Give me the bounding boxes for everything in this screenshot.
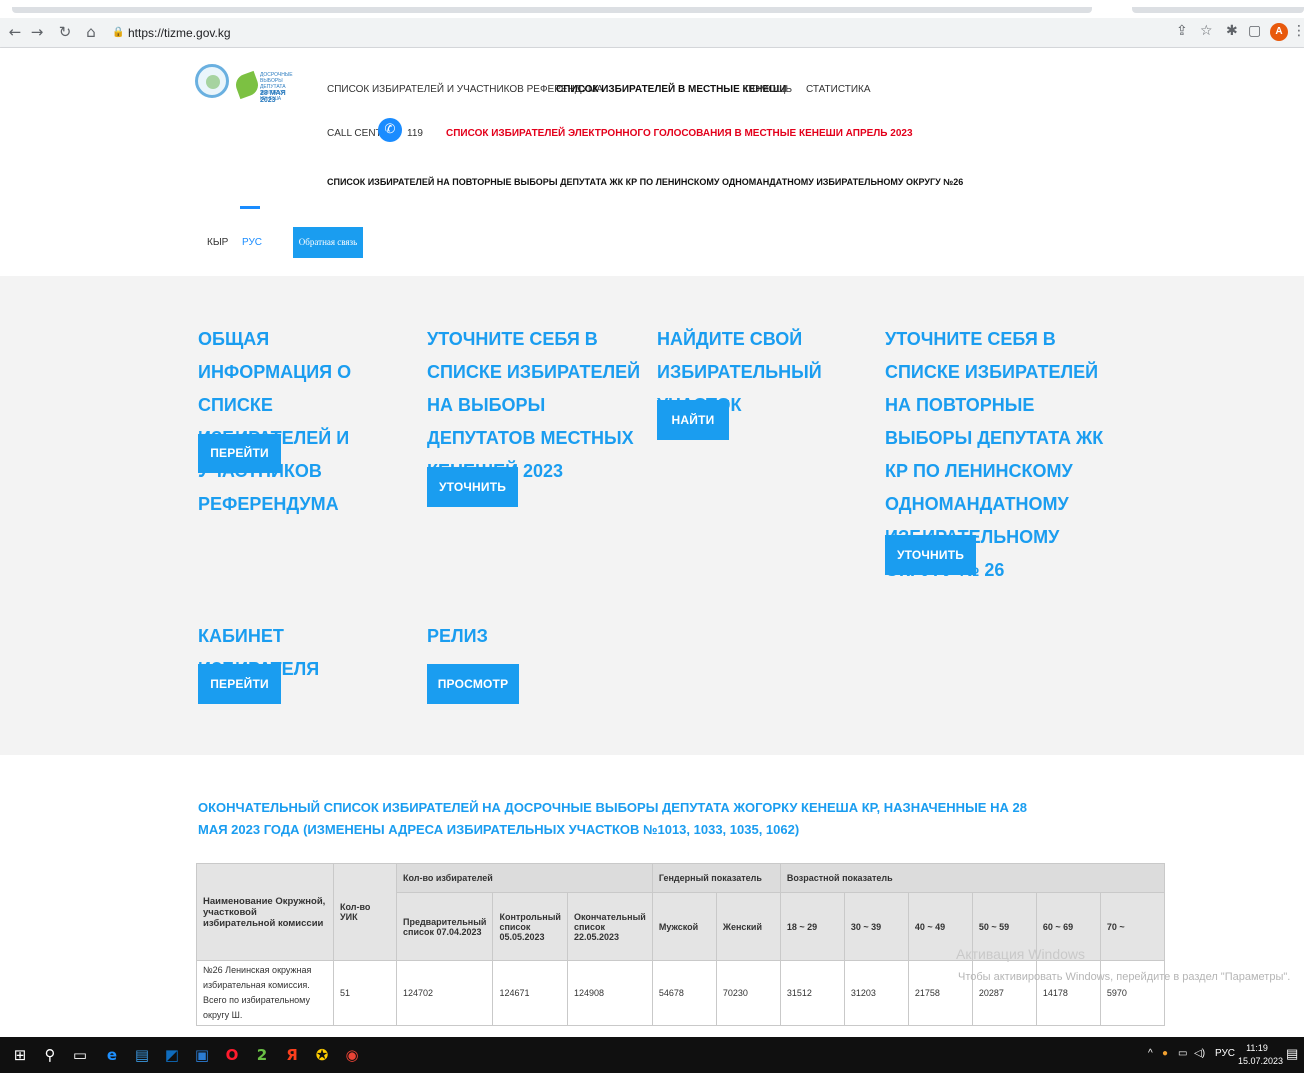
star-icon[interactable]: ☆ — [1200, 23, 1213, 39]
task-view-icon[interactable]: ▭ — [70, 1045, 90, 1065]
2gis-icon[interactable]: 2 — [252, 1045, 272, 1065]
cell-commission: №26 Ленинская окружная избирательная ком… — [196, 960, 334, 1026]
outlook-icon[interactable]: ◩ — [162, 1045, 182, 1065]
lang-kyr[interactable]: КЫР — [207, 237, 228, 248]
col-header-commission: Наименование Окружной, участковой избира… — [196, 863, 334, 961]
check-button-local-keneshes[interactable]: УТОЧНИТЬ — [427, 467, 518, 507]
col-header-age-18-29: 18 ~ 29 — [779, 892, 845, 961]
card-title-general-info: ОБЩАЯ ИНФОРМАЦИЯ О СПИСКЕ ИЗБИРАТЕЛЕЙ И … — [198, 329, 352, 514]
final-list-title: ОКОНЧАТЕЛЬНЫЙ СПИСОК ИЗБИРАТЕЛЕЙ НА ДОСР… — [198, 800, 1027, 837]
language-indicator[interactable]: РУС — [1215, 1048, 1235, 1059]
cell-uik: 51 — [333, 960, 397, 1026]
notifications-icon[interactable]: ▤ — [1286, 1046, 1298, 1062]
cec-emblem-logo[interactable] — [195, 64, 229, 98]
windows-activation-title: Активация Windows — [956, 946, 1086, 962]
volume-icon[interactable]: ◁) — [1194, 1048, 1205, 1059]
phone-icon[interactable]: ✆ — [378, 118, 402, 142]
browser-tab[interactable] — [1132, 7, 1304, 13]
nav-statistics[interactable]: СТАТИСТИКА — [806, 84, 871, 95]
nav-repeat-election-list[interactable]: СПИСОК ИЗБИРАТЕЛЕЙ НА ПОВТОРНЫЕ ВЫБОРЫ Д… — [327, 177, 963, 187]
search-icon[interactable]: ⚲ — [40, 1045, 60, 1065]
extensions-icon[interactable]: ✱ — [1226, 23, 1238, 39]
clock-time: 11:19 — [1246, 1043, 1268, 1053]
nav-electronic-voting-list[interactable]: СПИСОК ИЗБИРАТЕЛЕЙ ЭЛЕКТРОННОГО ГОЛОСОВА… — [446, 128, 913, 139]
browser-toolbar: ← → ↻ ⌂ 🔒 https://tizme.gov.kg ⇪ ☆ ✱ ▢ ⋮… — [0, 18, 1304, 48]
cell-age-18-29: 31512 — [779, 960, 845, 1026]
arrow-right-icon[interactable]: → — [28, 23, 46, 41]
yandex-browser-icon[interactable]: Я — [282, 1045, 302, 1065]
nav-help[interactable]: ПОМОЩЬ — [745, 84, 792, 95]
cell-age-30-39: 31203 — [843, 960, 909, 1026]
cell-prelim: 124702 — [395, 960, 494, 1026]
share-icon[interactable]: ⇪ — [1176, 23, 1188, 39]
view-button-release[interactable]: ПРОСМОТР — [427, 664, 519, 704]
col-header-final: Окончательный список 22.05.2023 — [566, 892, 653, 961]
cell-male: 54678 — [651, 960, 717, 1026]
call-center-number[interactable]: 119 — [407, 128, 423, 139]
col-header-age-30-39: 30 ~ 39 — [843, 892, 909, 961]
arrow-left-icon[interactable]: ← — [6, 23, 24, 41]
col-header-uik: Кол-во УИК — [333, 863, 397, 961]
cell-final: 124908 — [566, 960, 653, 1026]
browser-tab[interactable] — [12, 7, 1092, 13]
url-text: https://tizme.gov.kg — [128, 26, 231, 40]
clock-date: 15.07.2023 — [1238, 1056, 1284, 1066]
card-title-release: РЕЛИЗ — [427, 626, 488, 646]
clock[interactable]: 11:19 15.07.2023 — [1238, 1042, 1284, 1068]
windows-start-icon[interactable]: ⊞ — [10, 1045, 30, 1065]
col-header-age-70: 70 ~ — [1099, 892, 1165, 961]
col-header-male: Мужской — [651, 892, 717, 961]
col-header-prelim: Предварительный список 07.04.2023 — [395, 892, 494, 961]
cell-female: 70230 — [715, 960, 781, 1026]
voters-statistics-table: Наименование Окружной, участковой избира… — [196, 863, 1165, 1026]
lang-rus[interactable]: РУС — [242, 237, 262, 248]
edge-browser-icon[interactable]: e — [102, 1045, 122, 1065]
col-header-control: Контрольный список 05.05.2023 — [492, 892, 568, 961]
active-lang-indicator — [240, 206, 260, 209]
check-button-repeat-election[interactable]: УТОЧНИТЬ — [885, 535, 976, 575]
windows-activation-hint: Чтобы активировать Windows, перейдите в … — [958, 971, 1291, 983]
cell-control: 124671 — [492, 960, 568, 1026]
col-header-female: Женский — [715, 892, 781, 961]
feedback-button[interactable]: Обратная связь — [293, 227, 363, 258]
address-bar[interactable]: 🔒 https://tizme.gov.kg — [112, 24, 1162, 42]
sidebar-icon[interactable]: ▢ — [1248, 23, 1261, 39]
logo-date: 28 МАЯ 2023 — [260, 90, 286, 104]
card-title-local-keneshes: УТОЧНИТЕ СЕБЯ В СПИСКЕ ИЗБИРАТЕЛЕЙ НА ВЫ… — [427, 329, 641, 481]
col-group-voters: Кол-во избирателей — [396, 863, 653, 893]
app-tray-icon[interactable]: ● — [1162, 1048, 1168, 1059]
find-button[interactable]: НАЙТИ — [657, 400, 729, 440]
chrome-icon[interactable]: ◉ — [342, 1045, 362, 1065]
chevron-up-icon[interactable]: ^ — [1148, 1048, 1153, 1059]
opera-icon[interactable]: O — [222, 1045, 242, 1065]
profile-avatar[interactable]: A — [1270, 23, 1288, 41]
word-icon[interactable]: ▣ — [192, 1045, 212, 1065]
go-button-general-info[interactable]: ПЕРЕЙТИ — [198, 434, 281, 473]
home-icon[interactable]: ⌂ — [82, 23, 100, 41]
go-button-voter-cabinet[interactable]: ПЕРЕЙТИ — [198, 664, 281, 704]
col-group-gender: Гендерный показатель — [651, 863, 781, 893]
reload-icon[interactable]: ↻ — [56, 23, 74, 41]
network-icon[interactable]: ▭ — [1178, 1048, 1187, 1059]
election-logo[interactable]: ДОСРОЧНЫЕ ВЫБОРЫ ДЕПУТАТА ЖОГОРКУ КЕНЕША… — [232, 70, 300, 104]
menu-icon[interactable]: ⋮ — [1292, 23, 1304, 39]
file-explorer-icon[interactable]: ▤ — [132, 1045, 152, 1065]
app-icon[interactable]: ✪ — [312, 1045, 332, 1065]
browser-tab-strip — [0, 0, 1304, 18]
lock-icon: 🔒 — [112, 27, 125, 38]
windows-taskbar: ⊞ ⚲ ▭ e ▤ ◩ ▣ O 2 Я ✪ ◉ ^ ● ▭ ◁) РУС 11:… — [0, 1037, 1304, 1073]
col-group-age: Возрастной показатель — [779, 863, 1165, 893]
bird-icon — [232, 70, 262, 100]
